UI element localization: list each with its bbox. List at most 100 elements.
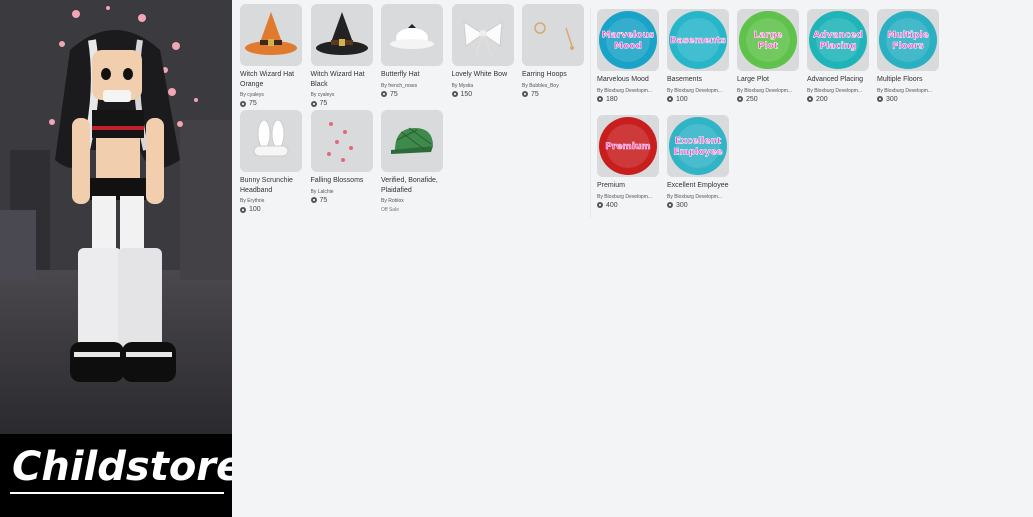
- accessory-card[interactable]: Butterfly Hat By french_roses 75: [381, 4, 443, 98]
- butterfly-hat-icon[interactable]: [381, 4, 443, 66]
- accessory-name[interactable]: Witch Wizard Hat Orange: [240, 70, 310, 89]
- multiple-floors-icon[interactable]: Multiple Floors: [877, 9, 939, 71]
- svg-text:Employee: Employee: [673, 148, 722, 158]
- accessory-price: 75: [522, 91, 584, 98]
- accessory-name[interactable]: Witch Wizard Hat Black: [311, 70, 381, 89]
- svg-text:Large: Large: [754, 31, 783, 41]
- robux-icon: [310, 197, 317, 203]
- gamepass-creator[interactable]: By Bloxburg Developm...: [667, 194, 729, 200]
- bunny-headband-icon[interactable]: [240, 110, 302, 172]
- accessory-name[interactable]: Earring Hoops: [522, 70, 592, 80]
- black-witch-hat-icon[interactable]: [310, 4, 373, 66]
- robux-icon: [807, 96, 813, 102]
- accessory-price: 100: [240, 206, 302, 213]
- accessory-price: 150: [451, 90, 514, 98]
- robux-icon: [667, 202, 673, 208]
- accessory-price-value: 150: [460, 90, 473, 98]
- gamepass-card[interactable]: Multiple Floors Multiple Floors By Bloxbur…: [877, 9, 939, 103]
- accessory-creator[interactable]: By Roblox: [381, 198, 443, 204]
- gamepass-name[interactable]: Premium: [597, 181, 667, 191]
- accessory-price-value: 75: [319, 196, 328, 204]
- svg-text:Mood: Mood: [614, 42, 642, 52]
- accessory-card[interactable]: Earring Hoops By Bubbles_Boy 75: [522, 4, 584, 98]
- accessory-card[interactable]: Verified, Bonafide, Plaidafied By Roblox O…: [381, 110, 443, 213]
- accessory-creator[interactable]: By cyaleys: [240, 92, 302, 98]
- gamepass-card[interactable]: Premium Premium By Bloxburg Developm... 40…: [597, 115, 659, 209]
- robux-icon: [667, 96, 673, 102]
- earring-hoops-icon[interactable]: [522, 4, 584, 66]
- gamepass-name[interactable]: Large Plot: [737, 75, 807, 85]
- svg-text:Excellent: Excellent: [675, 137, 722, 147]
- white-bow-icon[interactable]: [451, 4, 514, 66]
- gamepass-name[interactable]: Multiple Floors: [877, 75, 947, 85]
- orange-witch-hat-icon[interactable]: [240, 4, 302, 66]
- gamepass-price-value: 300: [886, 95, 898, 103]
- robux-icon: [597, 96, 603, 102]
- accessory-price: 75: [381, 91, 443, 98]
- accessory-card[interactable]: Bunny Scrunchie Headband By Erythrie 100: [240, 110, 302, 213]
- gamepass-price-value: 180: [606, 95, 618, 103]
- excellent-employee-icon[interactable]: Excellent Employee: [667, 115, 729, 177]
- gamepass-price-value: 250: [746, 95, 758, 103]
- gamepass-creator[interactable]: By Bloxburg Developm...: [737, 88, 799, 94]
- accessory-price-value: 75: [531, 90, 539, 98]
- falling-blossoms-icon[interactable]: [310, 110, 373, 172]
- svg-text:Marvelous: Marvelous: [602, 31, 654, 41]
- gamepass-price: 200: [807, 96, 869, 103]
- gamepass-name[interactable]: Excellent Employee: [667, 181, 737, 191]
- gamepass-creator[interactable]: By Bloxburg Developm...: [667, 88, 729, 94]
- gamepass-creator[interactable]: By Bloxburg Developm...: [877, 88, 939, 94]
- svg-text:Premium: Premium: [605, 142, 650, 152]
- premium-icon[interactable]: Premium: [597, 115, 659, 177]
- green-plaid-cap-icon[interactable]: [381, 110, 443, 172]
- gamepass-price-value: 300: [676, 201, 688, 209]
- marvelous-mood-icon[interactable]: Marvelous Mood: [597, 9, 659, 71]
- accessory-price-value: 75: [249, 100, 257, 107]
- accessory-offsale: Off Sale: [381, 207, 399, 213]
- gamepass-name[interactable]: Marvelous Mood: [597, 75, 667, 85]
- robux-icon: [451, 91, 458, 97]
- robux-icon: [737, 96, 743, 102]
- accessory-creator[interactable]: By cyaleys: [311, 92, 373, 98]
- accessory-name[interactable]: Bunny Scrunchie Headband: [240, 176, 310, 195]
- avatar-preview-panel: Childstore: [0, 0, 232, 517]
- accessory-creator[interactable]: By Mystia: [452, 83, 514, 89]
- gamepass-card[interactable]: Large Plot Large Plot By Bloxburg Developm…: [737, 9, 799, 103]
- brand-title: Childstore: [12, 444, 232, 490]
- svg-text:Floors: Floors: [892, 42, 923, 52]
- robux-icon: [240, 206, 246, 213]
- svg-text:Advanced: Advanced: [813, 31, 863, 41]
- gamepass-name[interactable]: Basements: [667, 75, 737, 85]
- accessory-card[interactable]: Witch Wizard Hat Black By cyaleys 75: [310, 4, 373, 107]
- accessory-creator[interactable]: By Lalchie: [311, 189, 373, 195]
- accessory-creator[interactable]: By french_roses: [381, 83, 443, 89]
- gamepass-card[interactable]: Excellent Employee Excellent Employee By B…: [667, 115, 729, 209]
- gamepass-card[interactable]: Marvelous Mood Marvelous Mood By Bloxburg …: [597, 9, 659, 103]
- accessory-name[interactable]: Verified, Bonafide, Plaidafied: [381, 176, 451, 195]
- robux-icon: [240, 100, 246, 107]
- accessory-name[interactable]: Falling Blossoms: [311, 176, 381, 186]
- gamepass-creator[interactable]: By Bloxburg Developm...: [597, 194, 659, 200]
- accessory-card[interactable]: Lovely White Bow By Mystia 150: [451, 4, 514, 98]
- gamepass-creator[interactable]: By Bloxburg Developm...: [597, 88, 659, 94]
- accessory-card[interactable]: Witch Wizard Hat Orange By cyaleys 75: [240, 4, 302, 107]
- accessory-price-value: 100: [249, 206, 261, 213]
- accessory-creator[interactable]: By Bubbles_Boy: [522, 83, 584, 89]
- gamepass-creator[interactable]: By Bloxburg Developm...: [807, 88, 869, 94]
- gamepass-price: 400: [597, 202, 659, 209]
- gamepass-name[interactable]: Advanced Placing: [807, 75, 877, 85]
- accessory-name[interactable]: Lovely White Bow: [452, 70, 522, 80]
- gamepass-card[interactable]: Advanced Placing Advanced Placing By Bloxb…: [807, 9, 869, 103]
- accessory-card[interactable]: Falling Blossoms By Lalchie 75: [310, 110, 373, 204]
- large-plot-icon[interactable]: Large Plot: [737, 9, 799, 71]
- robux-icon: [310, 100, 317, 107]
- gamepass-price: 300: [667, 202, 729, 209]
- basements-icon[interactable]: Basements: [667, 9, 729, 71]
- accessory-price: 75: [240, 100, 302, 107]
- accessory-creator[interactable]: By Erythrie: [240, 198, 302, 204]
- accessory-price-value: 75: [390, 90, 398, 98]
- gamepass-price: 100: [667, 96, 729, 103]
- gamepass-card[interactable]: Basements Basements By Bloxburg Developm.…: [667, 9, 729, 103]
- advanced-placing-icon[interactable]: Advanced Placing: [807, 9, 869, 71]
- accessory-name[interactable]: Butterfly Hat: [381, 70, 451, 80]
